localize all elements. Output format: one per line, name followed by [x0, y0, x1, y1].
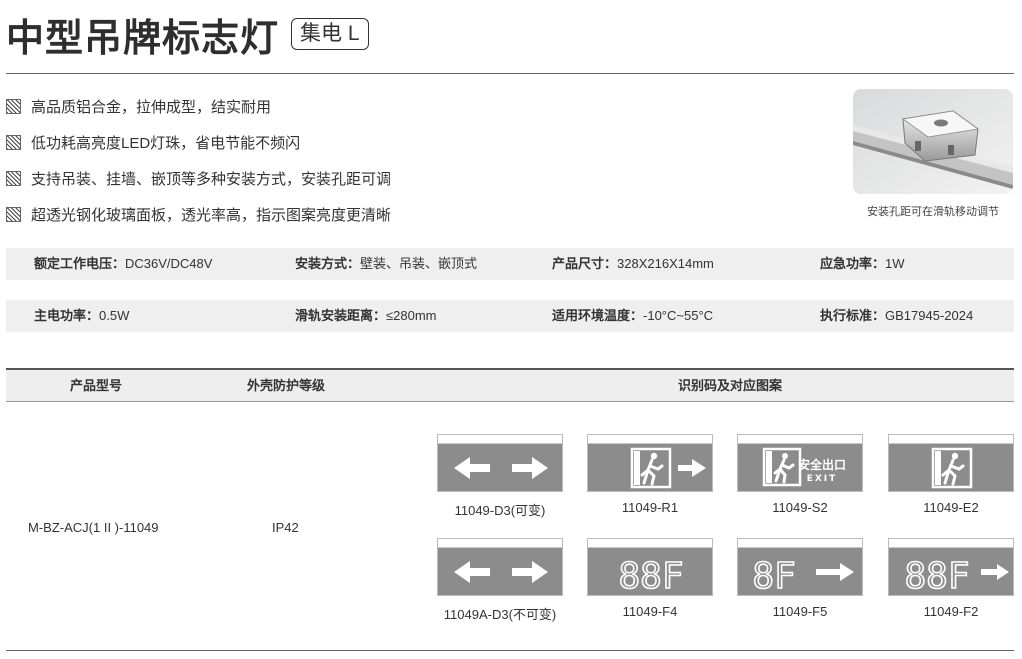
segment-digits-arrow-icon: 8F	[752, 555, 854, 597]
spec-standard: 执行标准：GB17945-2024	[820, 308, 974, 323]
header-ip-rating: 外壳防护等级	[247, 378, 326, 393]
table-bottom-rule	[6, 650, 1014, 651]
title-badge: 集电 L	[291, 18, 369, 50]
feature-text: 高品质铝合金，拉伸成型，结实耐用	[31, 98, 272, 116]
sign-face: 安全出口 EXIT	[737, 434, 863, 492]
spec-mounting: 安装方式：壁装、吊装、嵌顶式	[295, 256, 478, 271]
exit-man-safety-icon: 安全出口 EXIT	[762, 447, 846, 487]
spec-emergency-power: 应急功率：1W	[820, 256, 905, 271]
sign-face: 8F	[737, 538, 863, 597]
sign-code: 11049-D3(可变)	[454, 503, 546, 518]
model-cell: M-BZ-ACJ(1 II )-11049	[28, 520, 159, 535]
double-arrow-icon	[454, 561, 548, 583]
spec-row-1: 额定工作电压：DC36V/DC48V 安装方式：壁装、吊装、嵌顶式 产品尺寸：3…	[6, 248, 1014, 280]
title-divider	[6, 73, 1014, 74]
spec-size: 产品尺寸：328X216X14mm	[552, 256, 714, 271]
feature-item: 支持吊装、挂墙、嵌顶等多种安装方式，安装孔距可调	[6, 160, 391, 196]
feature-text: 超透光钢化玻璃面板，透光率高，指示图案亮度更清晰	[31, 206, 392, 224]
sign-face: 88F	[888, 538, 1014, 597]
sign-face	[437, 434, 563, 492]
hatch-bullet-icon	[6, 98, 21, 114]
spec-main-power: 主电功率：0.5W	[34, 308, 130, 323]
spec-rail-distance: 滑轨安装距离：≤280mm	[295, 308, 437, 323]
spec-temperature: 适用环境温度：-10°C~55°C	[552, 308, 714, 323]
feature-list: 高品质铝合金，拉伸成型，结实耐用 低功耗高亮度LED灯珠，省电节能不频闪 支持吊…	[6, 88, 391, 232]
page-title: 中型吊牌标志灯	[6, 17, 280, 60]
sign-item: 8F 11049-F5	[737, 538, 863, 619]
hatch-bullet-icon	[6, 206, 21, 222]
title-row: 中型吊牌标志灯 集电 L	[6, 10, 369, 60]
sign-item: 88F 11049-F4	[587, 538, 713, 619]
spec-row-2: 主电功率：0.5W 滑轨安装距离：≤280mm 适用环境温度：-10°C~55°…	[6, 300, 1014, 332]
feature-text: 低功耗高亮度LED灯珠，省电节能不频闪	[31, 134, 301, 152]
double-arrow-icon	[454, 457, 548, 479]
sign-item: 11049-R1	[587, 434, 713, 515]
sign-item: 11049-E2	[888, 434, 1014, 515]
sign-item: 11049-D3(可变)	[437, 434, 563, 519]
sign-face	[437, 538, 563, 596]
exit-man-icon	[931, 447, 973, 489]
rail-bracket-photo	[853, 89, 1013, 194]
feature-item: 高品质铝合金，拉伸成型，结实耐用	[6, 88, 391, 124]
safety-exit-text: 安全出口	[798, 457, 846, 472]
table-header: 产品型号 外壳防护等级 识别码及对应图案	[6, 370, 1014, 401]
sign-item: 88F 11049-F2	[888, 538, 1014, 619]
sign-face	[888, 434, 1014, 492]
rail-bracket-illustration	[853, 89, 1013, 194]
feature-item: 超透光钢化玻璃面板，透光率高，指示图案亮度更清晰	[6, 196, 391, 232]
header-patterns: 识别码及对应图案	[678, 378, 783, 393]
exit-text: EXIT	[807, 474, 838, 484]
table-header-rule	[6, 401, 1014, 402]
segment-digits: 88F	[904, 556, 969, 597]
photo-caption: 安装孔距可在滑轨移动调节	[867, 206, 999, 218]
sign-code: 11049-S2	[772, 500, 828, 515]
sign-face: 88F	[587, 538, 713, 597]
sign-item: 安全出口 EXIT 11049-S2	[737, 434, 863, 515]
sign-item: 11049A-D3(不可变)	[437, 538, 563, 623]
feature-text: 支持吊装、挂墙、嵌顶等多种安装方式，安装孔距可调	[31, 170, 392, 188]
hatch-bullet-icon	[6, 134, 21, 150]
sign-code: 11049-F5	[772, 604, 828, 619]
segment-digits: 8F	[752, 556, 795, 597]
sign-code: 11049-E2	[923, 500, 979, 515]
hatch-bullet-icon	[6, 170, 21, 186]
sign-code: 11049-F2	[923, 604, 979, 619]
ip-rating-cell: IP42	[272, 520, 299, 535]
header-model: 产品型号	[70, 378, 123, 393]
sign-code: 11049A-D3(不可变)	[443, 607, 557, 622]
spec-rated-voltage: 额定工作电压：DC36V/DC48V	[34, 256, 213, 271]
exit-man-arrow-icon	[630, 447, 706, 489]
sign-face	[587, 434, 713, 492]
sign-code: 11049-F4	[622, 604, 678, 619]
segment-digits: 88F	[618, 556, 683, 597]
segment-digits-icon: 88F	[618, 555, 685, 597]
segment-digits-arrow-icon: 88F	[904, 555, 1009, 597]
sign-code: 11049-R1	[621, 500, 679, 515]
feature-item: 低功耗高亮度LED灯珠，省电节能不频闪	[6, 124, 391, 160]
